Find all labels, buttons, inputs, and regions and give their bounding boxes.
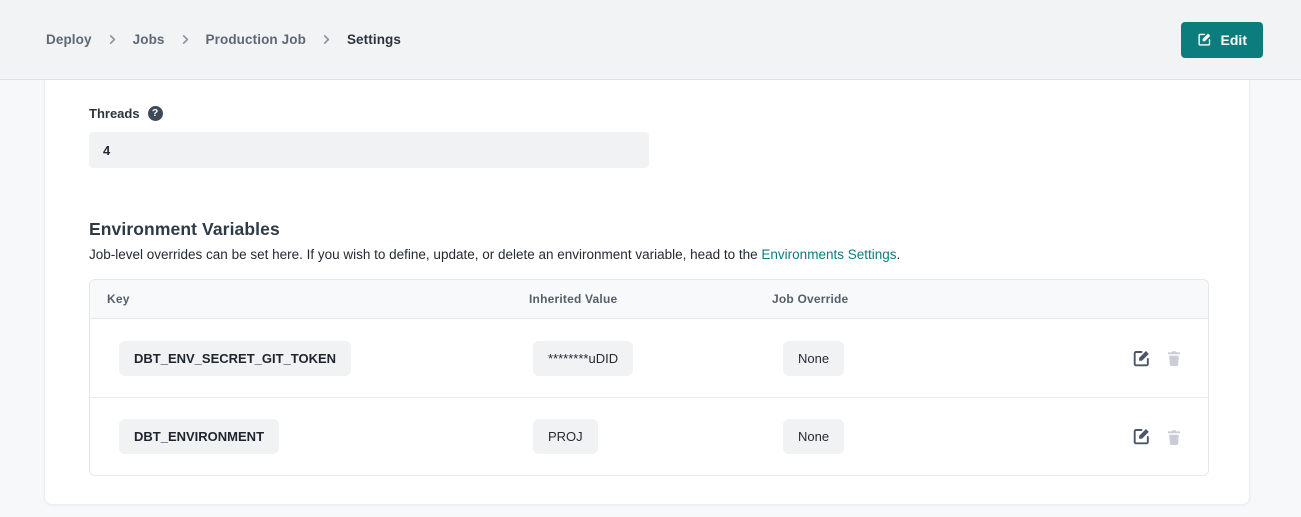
threads-field-group: Threads ? — [89, 106, 1207, 168]
edit-row-button[interactable] — [1132, 349, 1151, 368]
table-row: DBT_ENVIRONMENT PROJ None — [90, 397, 1208, 475]
environment-variables-title: Environment Variables — [89, 219, 1207, 240]
env-var-inherited-value-chip: ********uDID — [533, 341, 633, 376]
breadcrumb-item-deploy[interactable]: Deploy — [46, 32, 92, 47]
environment-variables-table: Key Inherited Value Job Override DBT_ENV… — [89, 279, 1209, 476]
env-var-job-override-chip: None — [783, 419, 844, 454]
threads-input[interactable] — [89, 132, 649, 168]
environments-settings-link[interactable]: Environments Settings — [761, 247, 896, 262]
breadcrumb: Deploy Jobs Production Job Settings — [46, 32, 401, 47]
chevron-right-icon — [321, 34, 332, 45]
edit-pencil-square-icon — [1132, 427, 1151, 446]
breadcrumb-item-production-job[interactable]: Production Job — [206, 32, 306, 47]
table-row: DBT_ENV_SECRET_GIT_TOKEN ********uDID No… — [90, 319, 1208, 397]
column-header-inherited-value: Inherited Value — [512, 292, 755, 306]
question-mark-circle-icon[interactable]: ? — [148, 106, 163, 121]
env-var-inherited-value-chip: PROJ — [533, 419, 598, 454]
env-var-key-chip: DBT_ENV_SECRET_GIT_TOKEN — [119, 341, 351, 376]
delete-row-button[interactable] — [1165, 349, 1183, 367]
trash-icon — [1165, 428, 1183, 446]
table-header-row: Key Inherited Value Job Override — [90, 280, 1208, 319]
column-header-job-override: Job Override — [755, 292, 1068, 306]
top-bar: Deploy Jobs Production Job Settings Edit — [0, 0, 1301, 80]
chevron-right-icon — [180, 34, 191, 45]
env-var-job-override-chip: None — [783, 341, 844, 376]
delete-row-button[interactable] — [1165, 428, 1183, 446]
edit-pencil-square-icon — [1197, 32, 1212, 47]
edit-button[interactable]: Edit — [1181, 22, 1263, 58]
chevron-right-icon — [107, 34, 118, 45]
edit-button-label: Edit — [1221, 32, 1247, 48]
column-header-key: Key — [90, 292, 512, 306]
environment-variables-section: Environment Variables Job-level override… — [89, 219, 1207, 476]
environment-variables-description: Job-level overrides can be set here. If … — [89, 247, 1207, 262]
trash-icon — [1165, 349, 1183, 367]
breadcrumb-item-jobs[interactable]: Jobs — [133, 32, 165, 47]
edit-row-button[interactable] — [1132, 427, 1151, 446]
description-period: . — [897, 247, 901, 262]
env-var-key-chip: DBT_ENVIRONMENT — [119, 419, 279, 454]
description-text: Job-level overrides can be set here. If … — [89, 247, 761, 262]
threads-label: Threads — [89, 106, 140, 121]
breadcrumb-item-settings: Settings — [347, 32, 401, 47]
settings-card: Threads ? Environment Variables Job-leve… — [44, 80, 1250, 505]
edit-pencil-square-icon — [1132, 349, 1151, 368]
